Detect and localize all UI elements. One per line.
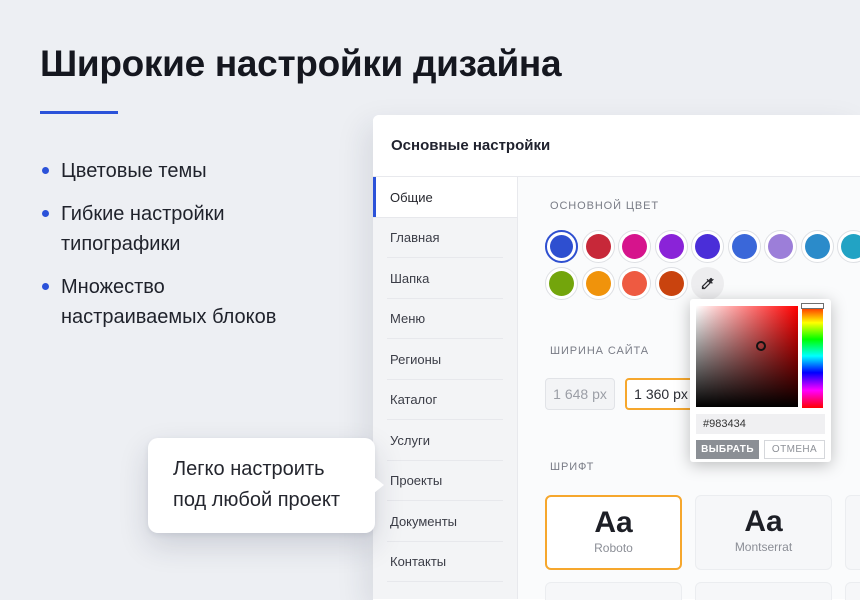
site-width-label: ШИРИНА САЙТА [550, 345, 649, 357]
callout-line1: Легко настроить [173, 454, 375, 485]
swatch-fill [586, 271, 611, 296]
width-value: 1 648 px [553, 386, 607, 402]
hex-value-field[interactable]: #983434 [696, 414, 825, 434]
swatch-fill [550, 235, 573, 258]
sidebar-item-label: Контакты [390, 554, 446, 569]
list-item-text: Гибкие настройки типографики [61, 203, 225, 255]
site-width-option-1648[interactable]: 1 648 px [545, 378, 615, 410]
sidebar-item-label: Проекты [390, 473, 442, 488]
feature-list: Цветовые темы Гибкие настройки типографи… [40, 156, 299, 345]
sidebar-item-label: Документы [390, 514, 457, 529]
swatch-fill [586, 234, 611, 259]
color-swatch[interactable] [655, 230, 688, 263]
list-item-text: Цветовые темы [61, 160, 207, 182]
color-swatch[interactable] [582, 267, 615, 300]
font-card-partial[interactable] [845, 582, 860, 600]
color-swatch-selected[interactable] [545, 230, 578, 263]
eyedropper-button[interactable] [691, 267, 724, 300]
sidebar-item-uslugi[interactable]: Услуги [373, 420, 517, 461]
site-width-option-1360-selected[interactable]: 1 360 px [625, 378, 697, 410]
sidebar-item-label: Регионы [390, 352, 441, 367]
hue-slider[interactable] [802, 304, 823, 408]
color-swatch[interactable] [545, 267, 578, 300]
font-label: ШРИФТ [550, 461, 594, 473]
font-card-partial[interactable] [845, 495, 860, 570]
callout-arrow [374, 477, 384, 493]
cancel-button[interactable]: ОТМЕНА [764, 440, 825, 459]
settings-sidebar: Общие Главная Шапка Меню Регионы Каталог [373, 177, 517, 599]
callout-line2: под любой проект [173, 485, 375, 516]
sidebar-item-label: Шапка [390, 271, 429, 286]
swatch-fill [549, 271, 574, 296]
primary-color-label: ОСНОВНОЙ ЦВЕТ [550, 200, 659, 212]
bullet-icon [42, 167, 49, 174]
eyedropper-icon [700, 276, 715, 291]
page-title: Широкие настройки дизайна [40, 40, 561, 88]
color-swatch[interactable] [655, 267, 688, 300]
swatch-fill [622, 271, 647, 296]
sidebar-item-shapka[interactable]: Шапка [373, 258, 517, 299]
color-swatch[interactable] [691, 230, 724, 263]
saturation-cursor[interactable] [756, 341, 766, 351]
sidebar-item-katalog[interactable]: Каталог [373, 380, 517, 421]
swatch-fill [659, 271, 684, 296]
active-tab-indicator [373, 177, 376, 218]
bullet-icon [42, 210, 49, 217]
color-swatch-row-1 [545, 230, 860, 263]
color-swatch[interactable] [728, 230, 761, 263]
font-card-roboto-selected[interactable]: Aa Roboto [545, 495, 682, 570]
swatch-fill [695, 234, 720, 259]
swatch-fill [841, 234, 860, 259]
select-color-button[interactable]: ВЫБРАТЬ [696, 440, 759, 459]
swatch-fill [659, 234, 684, 259]
color-swatch[interactable] [764, 230, 797, 263]
picker-buttons: ВЫБРАТЬ ОТМЕНА [696, 440, 825, 459]
sidebar-item-label: Услуги [390, 433, 430, 448]
hue-slider-handle[interactable] [801, 303, 824, 309]
color-swatch-row-2 [545, 267, 724, 300]
font-sample: Aa [547, 506, 680, 540]
sidebar-item-proekty[interactable]: Проекты [373, 461, 517, 502]
sidebar-item-glavnaya[interactable]: Главная [373, 218, 517, 259]
sidebar-item-obschie[interactable]: Общие [373, 177, 517, 218]
font-name: Montserrat [696, 540, 831, 554]
list-item: Цветовые темы [40, 156, 299, 186]
panel-title: Основные настройки [391, 137, 550, 154]
sidebar-item-menu[interactable]: Меню [373, 299, 517, 340]
font-card-partial[interactable] [695, 582, 832, 600]
swatch-fill [622, 234, 647, 259]
swatch-fill [768, 234, 793, 259]
list-item: Множество настраиваемых блоков [40, 272, 299, 332]
sidebar-item-kontakty[interactable]: Контакты [373, 542, 517, 583]
sidebar-item-label: Главная [390, 230, 439, 245]
panel-header: Основные настройки [373, 115, 860, 177]
width-value: 1 360 px [634, 386, 688, 402]
sidebar-item-label: Каталог [390, 392, 437, 407]
color-swatch[interactable] [618, 230, 651, 263]
swatch-fill [732, 234, 757, 259]
swatch-fill [805, 234, 830, 259]
color-swatch[interactable] [837, 230, 860, 263]
sidebar-item-regiony[interactable]: Регионы [373, 339, 517, 380]
callout-tooltip: Легко настроить под любой проект [148, 438, 375, 533]
font-name: Roboto [547, 541, 680, 555]
color-swatch[interactable] [618, 267, 651, 300]
sidebar-item-label: Общие [390, 190, 433, 205]
sidebar-item-label: Меню [390, 311, 425, 326]
page: Широкие настройки дизайна Цветовые темы … [0, 0, 860, 600]
list-item-text: Множество настраиваемых блоков [61, 276, 276, 328]
settings-panel: Основные настройки Общие Главная Шапка М… [373, 115, 860, 600]
color-swatch[interactable] [801, 230, 834, 263]
color-picker-popup: #983434 ВЫБРАТЬ ОТМЕНА [690, 299, 831, 462]
bullet-icon [42, 283, 49, 290]
font-sample: Aa [696, 505, 831, 539]
title-underline [40, 111, 118, 114]
font-card-montserrat[interactable]: Aa Montserrat [695, 495, 832, 570]
list-item: Гибкие настройки типографики [40, 199, 299, 259]
sidebar-item-dokumenty[interactable]: Документы [373, 501, 517, 542]
font-card-partial[interactable] [545, 582, 682, 600]
saturation-gradient-area[interactable] [696, 306, 798, 407]
color-swatch[interactable] [582, 230, 615, 263]
